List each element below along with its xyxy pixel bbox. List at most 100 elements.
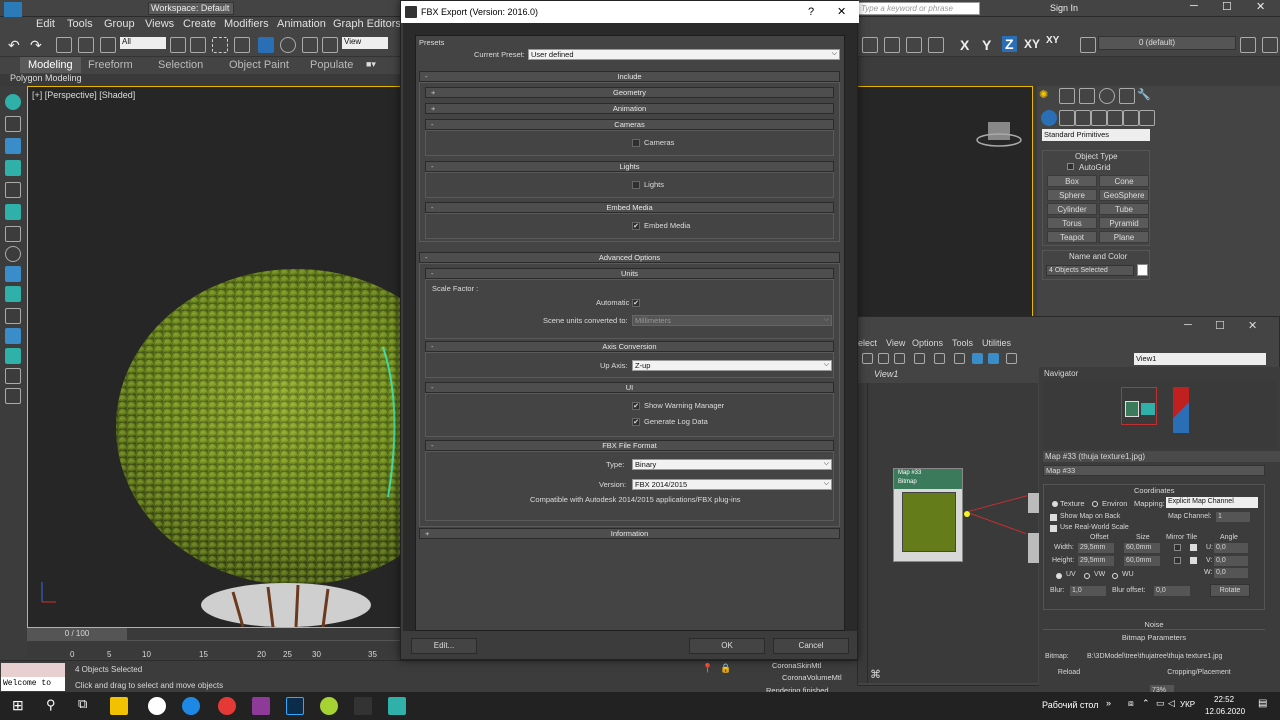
ok-button[interactable]: OK [689,638,765,654]
slate-menu-tools[interactable]: Tools [952,338,973,348]
select-by-name-icon[interactable] [190,37,206,53]
yandex-browser-icon[interactable] [148,697,166,715]
tennis-ball-icon[interactable] [320,697,338,715]
menu-edit[interactable]: Edit [36,18,55,30]
slate-tool-8-icon[interactable] [988,353,999,364]
isolate-icon[interactable]: 📍 [702,663,713,674]
chrome-icon[interactable] [218,697,236,715]
axis-conversion-rollout[interactable]: - Axis Conversion [425,341,834,352]
geometry-rollout[interactable]: + Geometry [425,87,834,98]
cube-icon[interactable] [5,368,21,384]
undo-icon[interactable]: ↶ [8,37,24,53]
slate-menu-utilities[interactable]: Utilities [982,338,1011,348]
bitmap-node[interactable]: Map #33 Bitmap [893,468,970,562]
wu-radio[interactable] [1112,573,1118,579]
display-tab-icon[interactable] [1119,88,1135,104]
mat-corona-skin[interactable]: CoronaSkinMtl [772,661,821,670]
edge-icon[interactable] [182,697,200,715]
modify-tab-icon[interactable] [1059,88,1075,104]
unlink-icon[interactable] [78,37,94,53]
tab-freeform[interactable]: Freeform [88,59,133,71]
search-input[interactable]: Type a keyword or phrase [857,2,980,15]
slate-tool-5-icon[interactable] [934,353,945,364]
navigator-view[interactable] [1043,381,1277,449]
tube-button[interactable]: Tube [1099,203,1149,215]
height-size-field[interactable]: 60,0mm [1124,556,1160,566]
embed-media-checkbox[interactable]: ✔ [632,222,640,230]
blur-field[interactable]: 1,0 [1070,586,1106,596]
winrar-icon[interactable] [252,697,270,715]
map-channel-field[interactable]: 1 [1216,512,1250,522]
scale-icon[interactable] [302,37,318,53]
binoculars-icon[interactable]: ⌘ [870,668,881,681]
plane-button[interactable]: Plane [1099,231,1149,243]
autogrid-checkbox[interactable] [1067,163,1074,170]
u-angle-field[interactable]: 0,0 [1214,543,1248,553]
cameras-icon[interactable] [1091,110,1107,126]
slate-tool-6-icon[interactable] [954,353,965,364]
tab-selection[interactable]: Selection [158,59,203,71]
width-mirror-checkbox[interactable] [1174,544,1181,551]
window-minimize-icon[interactable]: ─ [1190,0,1198,12]
include-rollout[interactable]: - Include [419,71,840,82]
slate-tool-1-icon[interactable] [862,353,873,364]
timeline[interactable]: 0 / 100 0 5 10 15 20 25 30 35 [27,628,407,659]
mat-corona-volume[interactable]: CoronaVolumeMtl [782,673,842,682]
bind-space-warp-icon[interactable] [100,37,116,53]
slate-minimize-icon[interactable]: ─ [1184,319,1192,331]
sign-in-link[interactable]: Sign In [1050,3,1078,13]
scene-units-combo[interactable]: Millimeters ⌵ [632,315,832,326]
visual-studio-icon[interactable] [354,697,372,715]
clock-date[interactable]: 12.06.2020 [1205,707,1245,716]
maxscript-listener[interactable] [1,663,65,677]
sphere-button[interactable]: Sphere [1047,189,1097,201]
torus-button[interactable]: Torus [1047,217,1097,229]
bitmap-path-button[interactable]: B:\3DModel\tree\thujatree\thuja texture1… [1069,651,1269,662]
keyboard-shortcut-icon[interactable] [906,37,922,53]
workspace-combo[interactable]: Workspace: Default [148,2,234,15]
window-close-icon[interactable]: ✕ [1256,0,1265,13]
cameras-rollout[interactable]: - Cameras [425,119,834,130]
fbx-file-format-rollout[interactable]: - FBX File Format [425,440,834,451]
show-map-back-checkbox[interactable] [1050,514,1057,521]
environ-radio[interactable] [1092,501,1098,507]
sub-ribbon-label[interactable]: Polygon Modeling [10,73,82,83]
animation-rollout[interactable]: + Animation [425,103,834,114]
generate-log-checkbox[interactable]: ✔ [632,418,640,426]
advanced-options-rollout[interactable]: - Advanced Options [419,252,840,263]
type-combo[interactable]: Binary ⌵ [632,459,832,470]
object-name-field[interactable]: 4 Objects Selected [1046,265,1134,276]
texture-radio[interactable] [1052,501,1058,507]
utilities-tab-icon[interactable]: 🔧 [1137,88,1153,104]
slate-tool-7-icon[interactable] [972,353,983,364]
maxscript-mini[interactable]: Welcome to [1,677,65,691]
lights-checkbox[interactable] [632,181,640,189]
embed-media-rollout[interactable]: - Embed Media [425,202,834,213]
rect-selection-icon[interactable] [212,37,228,53]
height-mirror-checkbox[interactable] [1174,557,1181,564]
tray-chevron-icon[interactable]: » [1106,698,1111,708]
tray-up-icon[interactable]: ⌃ [1142,698,1150,709]
named-selection-combo[interactable]: 0 (default) [1098,36,1236,50]
ui-rollout[interactable]: - UI [425,382,834,393]
menu-create[interactable]: Create [183,18,216,30]
time-track[interactable] [27,640,407,658]
teapot-button[interactable]: Teapot [1047,231,1097,243]
create-tab-icon[interactable]: ✺ [1039,88,1055,104]
taskbar-search-icon[interactable]: ⚲ [46,697,56,713]
menu-graph-editors[interactable]: Graph Editors [333,18,401,30]
brush-icon[interactable] [5,388,21,404]
width-size-field[interactable]: 60,0mm [1124,543,1160,553]
pyramid-button[interactable]: Pyramid [1099,217,1149,229]
spacewarps-icon[interactable] [1123,110,1139,126]
slate-menu-select[interactable]: elect [858,338,877,348]
slate-menu-options[interactable]: Options [912,338,943,348]
slate-tool-9-icon[interactable] [1006,353,1017,364]
tab-modeling[interactable]: Modeling [20,57,81,73]
w-angle-field[interactable]: 0,0 [1214,568,1248,578]
tab-object-paint[interactable]: Object Paint [229,59,289,71]
height-offset-field[interactable]: 29,5mm [1078,556,1114,566]
3dsmax-taskbar-icon[interactable] [388,697,406,715]
language-label[interactable]: УКР [1180,700,1195,709]
edges-icon[interactable] [5,308,21,324]
